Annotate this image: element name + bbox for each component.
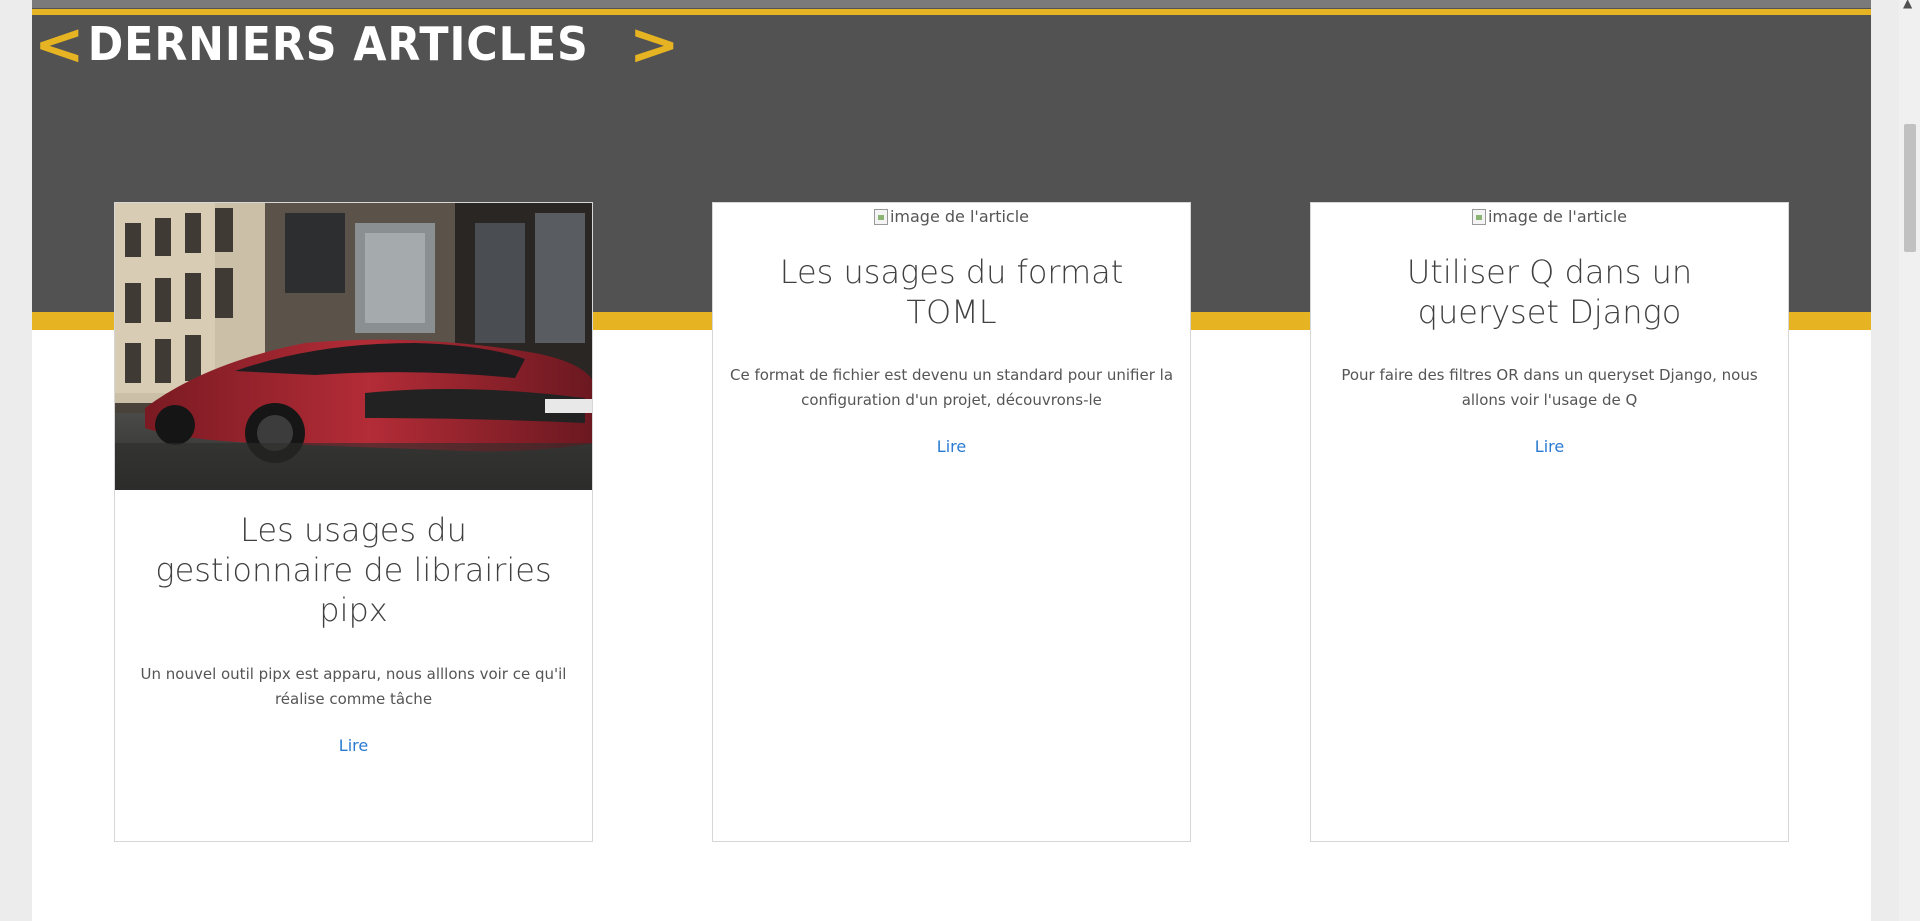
article-card: image de l'article Utiliser Q dans un qu… [1310,202,1789,842]
read-article-link[interactable]: Lire [937,437,966,456]
section-title: DERNIERS ARTICLES [87,17,589,71]
scrollbar-thumb[interactable] [1904,124,1916,252]
image-alt-text: image de l'article [1487,207,1628,226]
read-article-link[interactable]: Lire [1535,437,1564,456]
article-title: Utiliser Q dans un queryset Django [1406,252,1693,331]
section-heading: < DERNIERS ARTICLES > [33,10,681,78]
read-article-link[interactable]: Lire [339,736,368,755]
right-bracket-icon: > [629,10,681,78]
top-divider [32,0,1871,8]
article-description: Pour faire des filtres OR dans un querys… [1341,365,1758,409]
article-description: Ce format de fichier est devenu un stand… [729,365,1174,409]
article-image: image de l'article [1471,207,1628,226]
scroll-up-arrow-icon[interactable]: ▲ [1903,0,1912,10]
article-card: Les usages du gestionnaire de librairies… [114,202,593,842]
broken-image-icon [1471,208,1486,225]
page: < DERNIERS ARTICLES > Les usages du gest… [32,0,1871,921]
car-photo-image [115,203,592,490]
article-image: image de l'article [873,207,1030,226]
article-title: Les usages du gestionnaire de librairies… [155,511,552,629]
article-title: Les usages du format TOML [779,252,1124,331]
article-description: Un nouvel outil pipx est apparu, nous al… [140,665,567,708]
vertical-scrollbar[interactable]: ▲ [1899,0,1920,921]
broken-image-icon [873,208,888,225]
article-card: image de l'article Les usages du format … [712,202,1191,842]
article-image [115,203,592,490]
left-bracket-icon: < [33,10,85,78]
image-alt-text: image de l'article [889,207,1030,226]
